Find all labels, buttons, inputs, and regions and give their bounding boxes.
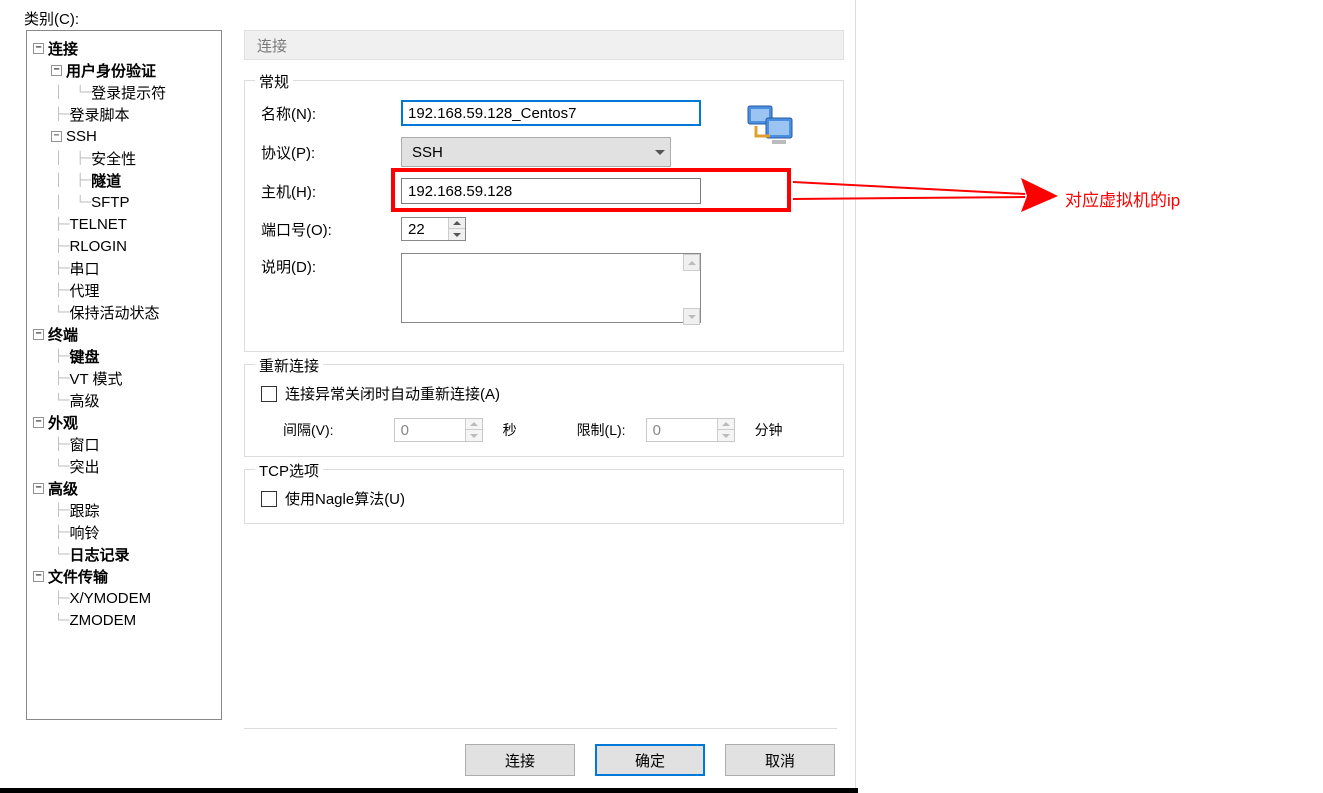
tree-telnet[interactable]: ├─ TELNET bbox=[27, 213, 221, 235]
tree-bell[interactable]: ├─ 响铃 bbox=[27, 521, 221, 543]
group-title-reconnect: 重新连接 bbox=[255, 355, 323, 376]
tree-terminal[interactable]: − 终端 bbox=[27, 323, 221, 345]
tree-advanced-term[interactable]: └─ 高级 bbox=[27, 389, 221, 411]
collapse-icon[interactable]: − bbox=[33, 483, 44, 494]
nagle-label: 使用Nagle算法(U) bbox=[285, 488, 405, 509]
tree-security[interactable]: │ ├─ 安全性 bbox=[27, 147, 221, 169]
collapse-icon[interactable]: − bbox=[33, 43, 44, 54]
tree-appearance[interactable]: − 外观 bbox=[27, 411, 221, 433]
category-label: 类别(C): bbox=[24, 8, 79, 29]
session-properties-dialog: 类别(C): − 连接 − 用户身份验证 │ └─ 登录提示符 ├─ 登录脚本 … bbox=[4, 0, 856, 788]
category-tree[interactable]: − 连接 − 用户身份验证 │ └─ 登录提示符 ├─ 登录脚本 − SSH │… bbox=[26, 30, 222, 720]
spin-down-icon[interactable] bbox=[449, 229, 465, 240]
tree-serial[interactable]: ├─ 串口 bbox=[27, 257, 221, 279]
tcp-group: TCP选项 使用Nagle算法(U) bbox=[244, 469, 844, 524]
nagle-checkbox[interactable] bbox=[261, 491, 277, 507]
interval-spinner bbox=[394, 418, 483, 442]
chevron-down-icon bbox=[650, 138, 670, 166]
protocol-label: 协议(P): bbox=[261, 142, 401, 163]
tree-file-transfer[interactable]: − 文件传输 bbox=[27, 565, 221, 587]
port-label: 端口号(O): bbox=[261, 219, 401, 240]
tree-keep-alive[interactable]: └─ 保持活动状态 bbox=[27, 301, 221, 323]
name-input[interactable] bbox=[401, 100, 701, 126]
scroll-down-icon[interactable] bbox=[683, 308, 700, 325]
dialog-shadow bbox=[0, 788, 858, 793]
reconnect-group: 重新连接 连接异常关闭时自动重新连接(A) 间隔(V): 秒 限制(L): bbox=[244, 364, 844, 457]
name-label: 名称(N): bbox=[261, 103, 401, 124]
cancel-button[interactable]: 取消 bbox=[725, 744, 835, 776]
tree-window[interactable]: ├─ 窗口 bbox=[27, 433, 221, 455]
tree-user-auth[interactable]: − 用户身份验证 bbox=[27, 59, 221, 81]
seconds-label: 秒 bbox=[503, 420, 517, 440]
auto-reconnect-checkbox[interactable] bbox=[261, 386, 277, 402]
port-spinner[interactable] bbox=[401, 217, 466, 241]
group-title-general: 常规 bbox=[255, 71, 293, 92]
protocol-select[interactable]: SSH bbox=[401, 137, 671, 167]
tree-ssh[interactable]: − SSH bbox=[27, 125, 221, 147]
tree-rlogin[interactable]: ├─ RLOGIN bbox=[27, 235, 221, 257]
host-label: 主机(H): bbox=[261, 181, 401, 202]
collapse-icon[interactable]: − bbox=[51, 131, 62, 142]
annotation-text: 对应虚拟机的ip bbox=[1065, 186, 1180, 211]
tree-keyboard[interactable]: ├─ 键盘 bbox=[27, 345, 221, 367]
spin-down-icon bbox=[466, 430, 482, 441]
spin-up-icon[interactable] bbox=[449, 218, 465, 229]
button-bar: 连接 确定 取消 bbox=[4, 744, 855, 776]
tree-connection[interactable]: − 连接 bbox=[27, 37, 221, 59]
interval-input bbox=[395, 419, 465, 441]
collapse-icon[interactable]: − bbox=[33, 329, 44, 340]
tree-trace[interactable]: ├─ 跟踪 bbox=[27, 499, 221, 521]
tree-zmodem[interactable]: └─ ZMODEM bbox=[27, 609, 221, 631]
port-input[interactable] bbox=[402, 218, 448, 240]
separator bbox=[244, 728, 837, 729]
spin-down-icon bbox=[718, 430, 734, 441]
group-title-tcp: TCP选项 bbox=[255, 460, 323, 481]
collapse-icon[interactable]: − bbox=[51, 65, 62, 76]
panel-title: 连接 bbox=[244, 30, 844, 60]
spin-up-icon bbox=[718, 419, 734, 430]
tree-xymodem[interactable]: ├─ X/YMODEM bbox=[27, 587, 221, 609]
tree-login-script[interactable]: ├─ 登录脚本 bbox=[27, 103, 221, 125]
limit-input bbox=[647, 419, 717, 441]
connect-button[interactable]: 连接 bbox=[465, 744, 575, 776]
ok-button[interactable]: 确定 bbox=[595, 744, 705, 776]
tree-sftp[interactable]: │ └─ SFTP bbox=[27, 191, 221, 213]
collapse-icon[interactable]: − bbox=[33, 417, 44, 428]
scroll-up-icon[interactable] bbox=[683, 254, 700, 271]
tree-advanced[interactable]: − 高级 bbox=[27, 477, 221, 499]
annotation-arrow-icon bbox=[793, 170, 1058, 220]
description-textarea[interactable] bbox=[401, 253, 701, 323]
minutes-label: 分钟 bbox=[755, 420, 783, 440]
limit-spinner bbox=[646, 418, 735, 442]
limit-label: 限制(L): bbox=[577, 420, 626, 440]
network-computers-icon bbox=[746, 104, 796, 149]
tree-highlight[interactable]: └─ 突出 bbox=[27, 455, 221, 477]
spin-up-icon bbox=[466, 419, 482, 430]
protocol-value: SSH bbox=[402, 144, 650, 161]
tree-tunnel[interactable]: │ ├─ 隧道 bbox=[27, 169, 221, 191]
tree-logging[interactable]: └─ 日志记录 bbox=[27, 543, 221, 565]
collapse-icon[interactable]: − bbox=[33, 571, 44, 582]
description-label: 说明(D): bbox=[261, 253, 401, 277]
tree-proxy[interactable]: ├─ 代理 bbox=[27, 279, 221, 301]
auto-reconnect-label: 连接异常关闭时自动重新连接(A) bbox=[285, 383, 500, 404]
tree-login-prompt[interactable]: │ └─ 登录提示符 bbox=[27, 81, 221, 103]
interval-label: 间隔(V): bbox=[283, 420, 334, 440]
host-input[interactable] bbox=[401, 178, 701, 204]
tree-vt-mode[interactable]: ├─ VT 模式 bbox=[27, 367, 221, 389]
